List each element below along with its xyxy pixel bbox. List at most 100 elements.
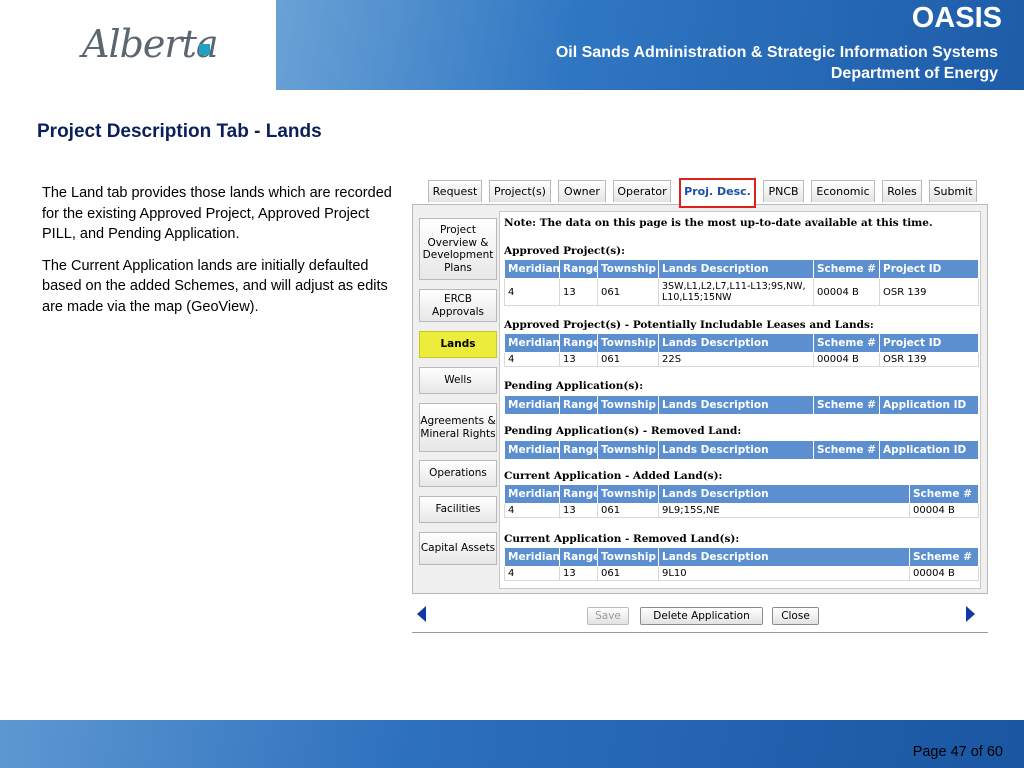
column-header: Scheme # bbox=[813, 259, 880, 279]
column-header: Scheme # bbox=[909, 484, 979, 504]
sidebar-item-agreements[interactable]: Agreements & Mineral Rights bbox=[419, 403, 497, 452]
section-title: Approved Project(s) - Potentially Includ… bbox=[504, 319, 874, 331]
sidebar-item-lands[interactable]: Lands bbox=[419, 331, 497, 358]
column-header: Application ID bbox=[879, 395, 979, 415]
alberta-logo-mark bbox=[199, 44, 210, 55]
oasis-title: OASIS bbox=[911, 2, 1002, 34]
header-band: OASIS Oil Sands Administration & Strateg… bbox=[276, 0, 1024, 90]
column-header: Scheme # bbox=[813, 395, 880, 415]
previous-arrow-icon[interactable] bbox=[417, 606, 426, 622]
added-lands-table: Meridian Range Township Lands Descriptio… bbox=[504, 484, 979, 518]
table-cell: 061 bbox=[597, 503, 659, 518]
tab-pncb[interactable]: PNCB bbox=[763, 180, 804, 202]
column-header: Township bbox=[597, 484, 659, 504]
table-cell: 4 bbox=[504, 278, 560, 306]
column-header: Range bbox=[559, 547, 598, 567]
section-title: Current Application - Removed Land(s): bbox=[504, 533, 740, 545]
close-button[interactable]: Close bbox=[772, 607, 819, 625]
section-title: Approved Project(s): bbox=[504, 245, 626, 257]
pending-removed-table: Meridian Range Township Lands Descriptio… bbox=[504, 440, 979, 460]
column-header: Scheme # bbox=[813, 440, 880, 460]
sidebar-item-wells[interactable]: Wells bbox=[419, 367, 497, 394]
column-header: Township bbox=[597, 259, 659, 279]
column-header: Range bbox=[559, 440, 598, 460]
column-header: Scheme # bbox=[813, 333, 880, 353]
column-header: Meridian bbox=[504, 259, 560, 279]
tab-request[interactable]: Request bbox=[428, 180, 482, 202]
column-header: Lands Description bbox=[658, 440, 814, 460]
column-header: Project ID bbox=[879, 333, 979, 353]
save-button[interactable]: Save bbox=[587, 607, 629, 625]
table-cell: 00004 B bbox=[909, 503, 979, 518]
tab-proj-desc[interactable]: Proj. Desc. bbox=[679, 178, 756, 208]
tab-submit[interactable]: Submit bbox=[929, 180, 977, 202]
column-header: Meridian bbox=[504, 440, 560, 460]
slide-title: Project Description Tab - Lands bbox=[37, 121, 322, 142]
table-cell: 00004 B bbox=[909, 566, 979, 581]
action-bar: Save Delete Application Close bbox=[412, 600, 988, 633]
tab-owner[interactable]: Owner bbox=[558, 180, 606, 202]
table-cell: 00004 B bbox=[813, 352, 880, 367]
column-header: Meridian bbox=[504, 484, 560, 504]
table-cell: 00004 B bbox=[813, 278, 880, 306]
column-header: Lands Description bbox=[658, 259, 814, 279]
pending-applications-table: Meridian Range Township Lands Descriptio… bbox=[504, 395, 979, 415]
pill-lands-table: Meridian Range Township Lands Descriptio… bbox=[504, 333, 979, 367]
sidebar-item-ercb-approvals[interactable]: ERCB Approvals bbox=[419, 289, 497, 322]
slide-paragraph: The Current Application lands are initia… bbox=[42, 257, 388, 315]
footer-band: Page 47 of 60 bbox=[0, 720, 1024, 768]
section-title: Pending Application(s) - Removed Land: bbox=[504, 425, 742, 437]
data-note: Note: The data on this page is the most … bbox=[504, 217, 933, 229]
column-header: Township bbox=[597, 547, 659, 567]
column-header: Range bbox=[559, 484, 598, 504]
column-header: Meridian bbox=[504, 333, 560, 353]
app-screenshot: Request Project(s) Owner Operator Proj. … bbox=[410, 176, 990, 636]
sidebar-item-capital-assets[interactable]: Capital Assets bbox=[419, 532, 497, 565]
column-header: Lands Description bbox=[658, 395, 814, 415]
column-header: Lands Description bbox=[658, 484, 910, 504]
column-header: Township bbox=[597, 333, 659, 353]
column-header: Lands Description bbox=[658, 547, 910, 567]
tab-projects[interactable]: Project(s) bbox=[489, 180, 551, 202]
page-number: Page 47 of 60 bbox=[912, 744, 1003, 760]
department-name: Department of Energy bbox=[830, 65, 998, 82]
table-cell: 22S bbox=[658, 352, 814, 367]
next-arrow-icon[interactable] bbox=[966, 606, 975, 622]
section-title: Pending Application(s): bbox=[504, 380, 644, 392]
tab-economic[interactable]: Economic bbox=[811, 180, 875, 202]
column-header: Project ID bbox=[879, 259, 979, 279]
table-cell: 061 bbox=[597, 352, 659, 367]
table-cell: OSR 139 bbox=[879, 278, 979, 306]
table-cell: 13 bbox=[559, 566, 598, 581]
table-cell: OSR 139 bbox=[879, 352, 979, 367]
slide-paragraph: The Land tab provides those lands which … bbox=[42, 185, 392, 242]
column-header: Range bbox=[559, 259, 598, 279]
sidebar-item-project-overview[interactable]: Project Overview & Development Plans bbox=[419, 218, 497, 280]
app-frame: Project Overview & Development Plans ERC… bbox=[412, 204, 988, 594]
table-row: 4 13 061 22S 00004 B OSR 139 bbox=[504, 352, 979, 367]
column-header: Meridian bbox=[504, 395, 560, 415]
column-header: Meridian bbox=[504, 547, 560, 567]
slide-body: The Land tab provides those lands which … bbox=[42, 183, 392, 328]
column-header: Township bbox=[597, 440, 659, 460]
table-cell: 13 bbox=[559, 352, 598, 367]
lands-content-panel: Note: The data on this page is the most … bbox=[499, 211, 981, 589]
sidebar-item-operations[interactable]: Operations bbox=[419, 460, 497, 487]
table-row: 4 13 061 9L10 00004 B bbox=[504, 566, 979, 581]
table-cell: 061 bbox=[597, 566, 659, 581]
approved-projects-table: Meridian Range Township Lands Descriptio… bbox=[504, 259, 979, 306]
column-header: Range bbox=[559, 395, 598, 415]
table-cell: 3SW,L1,L2,L7,L11-L13;9S,NW, L10,L15;15NW bbox=[658, 278, 814, 306]
tab-operator[interactable]: Operator bbox=[613, 180, 671, 202]
tab-roles[interactable]: Roles bbox=[882, 180, 922, 202]
delete-application-button[interactable]: Delete Application bbox=[640, 607, 763, 625]
system-name: Oil Sands Administration & Strategic Inf… bbox=[555, 44, 998, 61]
table-cell: 13 bbox=[559, 278, 598, 306]
section-title: Current Application - Added Land(s): bbox=[504, 470, 723, 482]
table-cell: 4 bbox=[504, 503, 560, 518]
column-header: Application ID bbox=[879, 440, 979, 460]
sidebar-item-facilities[interactable]: Facilities bbox=[419, 496, 497, 523]
table-cell: 4 bbox=[504, 566, 560, 581]
removed-lands-table: Meridian Range Township Lands Descriptio… bbox=[504, 547, 979, 581]
table-cell: 13 bbox=[559, 503, 598, 518]
